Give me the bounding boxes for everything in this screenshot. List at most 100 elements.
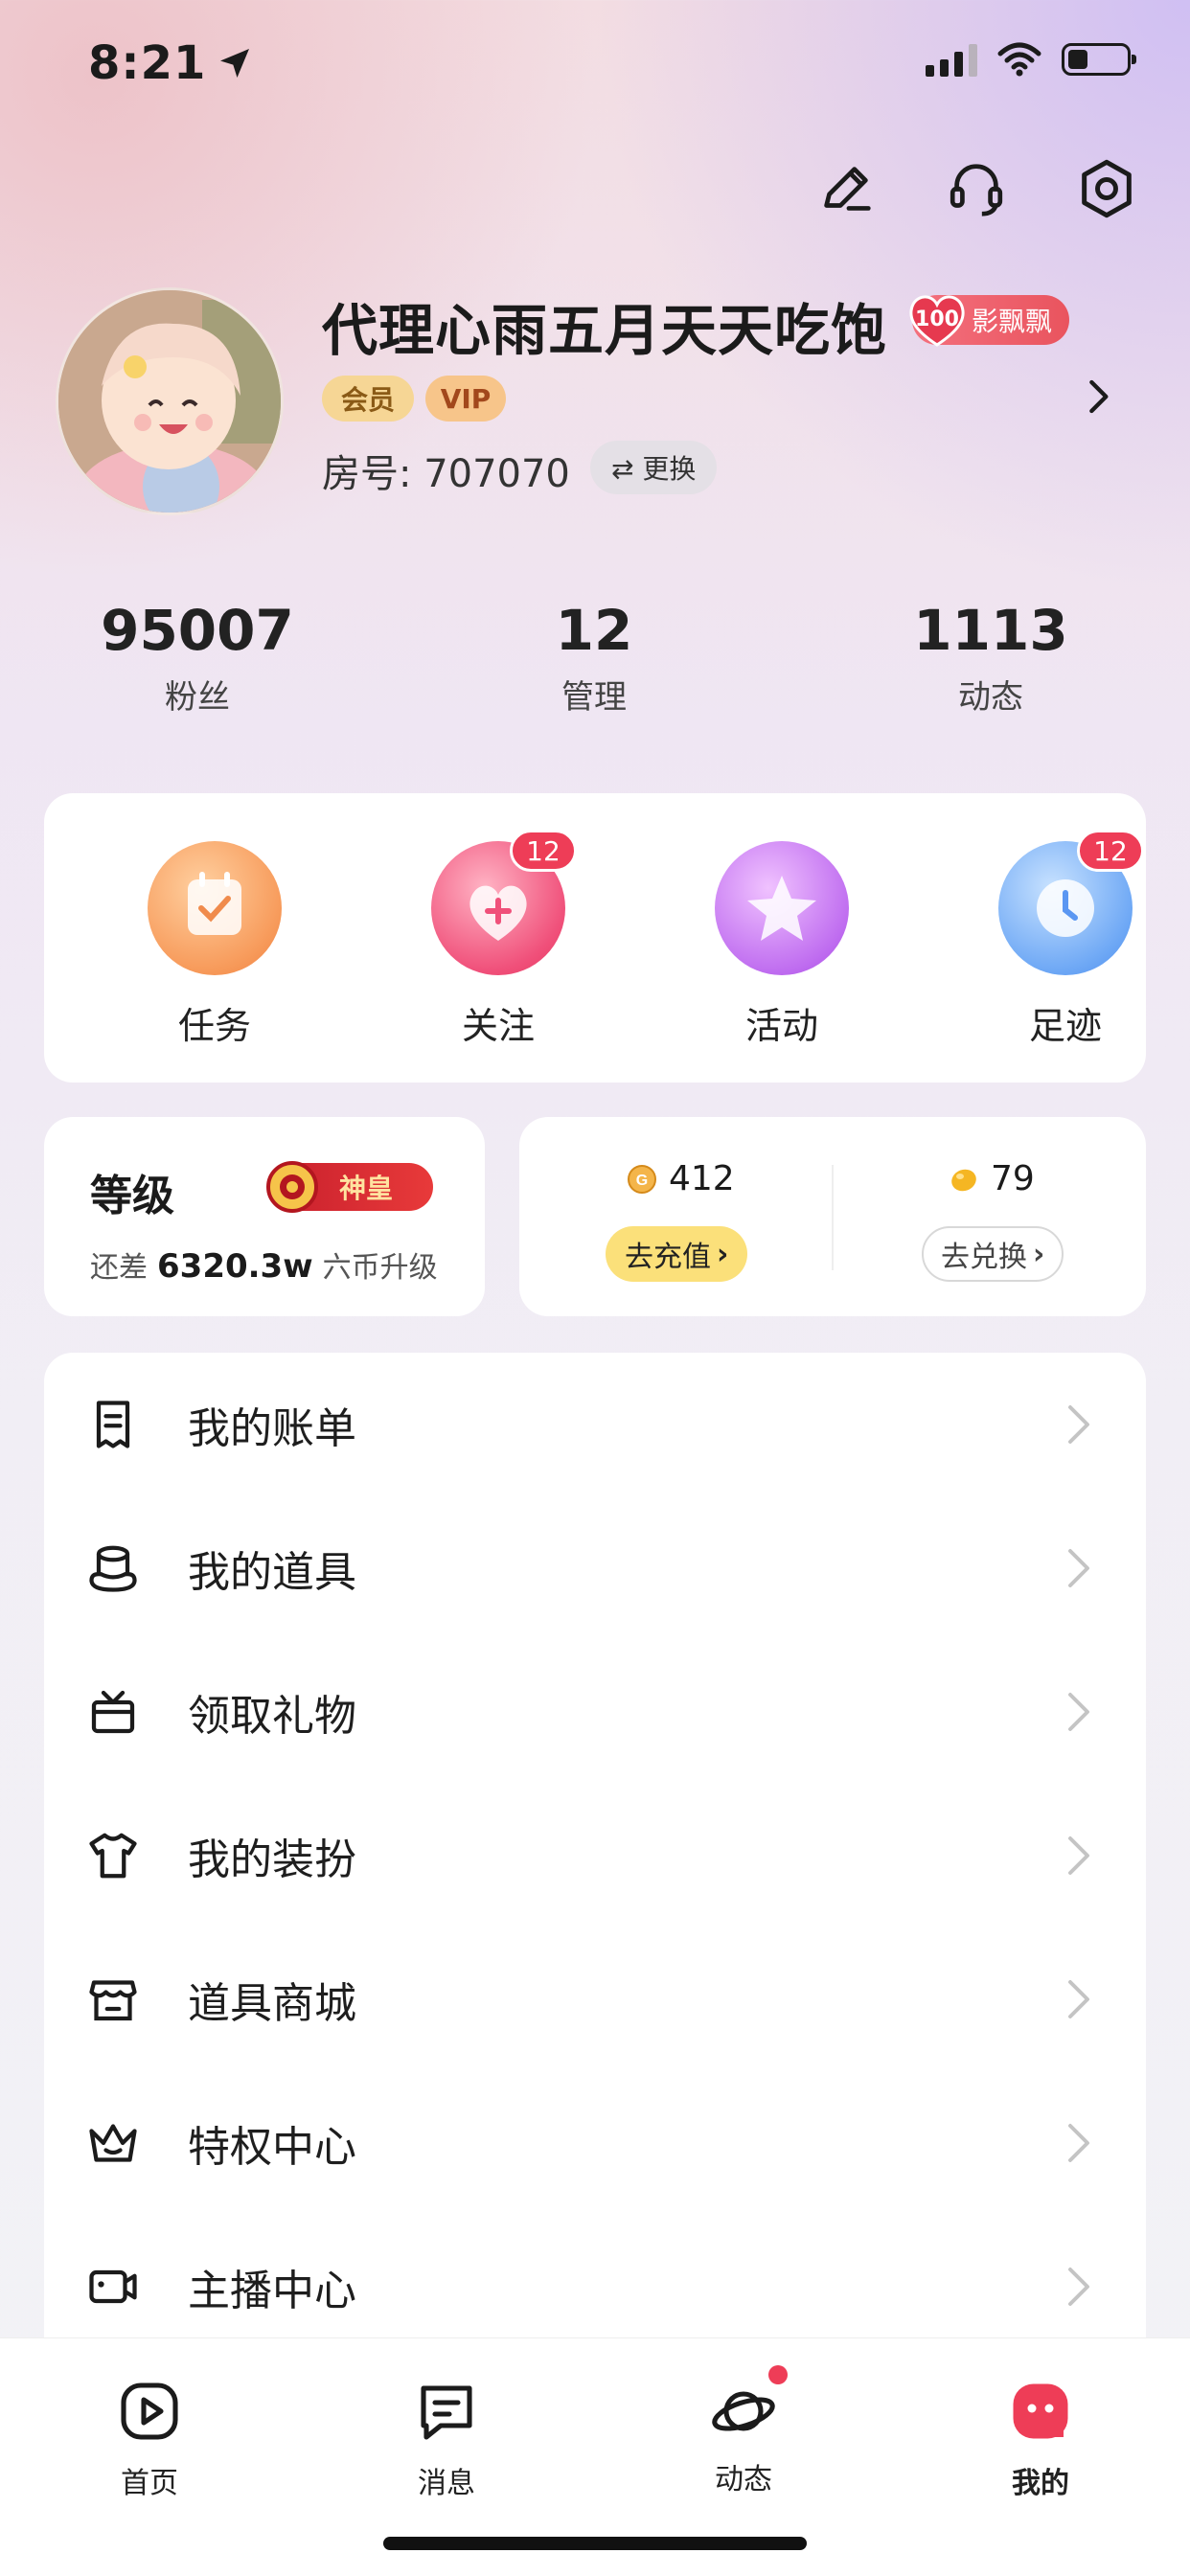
settings-icon[interactable]: [1073, 155, 1140, 222]
chevron-right-icon: [1068, 1549, 1089, 1587]
stat-value: 1113: [913, 598, 1068, 663]
store-icon: [89, 1980, 137, 2021]
level-suffix: 六币升级: [322, 1251, 438, 1285]
rank-emblem-icon: [266, 1161, 318, 1213]
level-amount: 6320.3w: [157, 1247, 313, 1286]
coin-card: G 412 去充值 › 79 去兑换 ›: [519, 1117, 1146, 1316]
profile-face-icon: [1013, 2383, 1068, 2439]
follow-count-badge: 12: [510, 830, 577, 872]
props-icon: [89, 1545, 137, 1592]
planet-icon-wrap: [709, 2365, 788, 2446]
battery-icon: [1062, 43, 1136, 76]
rank-text: 神皇: [338, 1173, 393, 1204]
top-actions: [812, 155, 1140, 222]
menu-label: 我的装扮: [188, 1835, 356, 1884]
level-progress: 还差 6320.3w 六币升级: [90, 1243, 438, 1286]
menu-item-gifts[interactable]: 领取礼物: [44, 1640, 1146, 1784]
quick-item-tasks[interactable]: 任务: [119, 841, 310, 1049]
notification-dot: [768, 2365, 788, 2384]
stat-label: 动态: [958, 678, 1023, 717]
quick-item-footprints[interactable]: 12 足迹: [970, 830, 1161, 1049]
play-icon: [121, 2382, 178, 2440]
tab-messages[interactable]: 消息: [370, 2377, 523, 2501]
gold-coin-balance: G 412: [627, 1159, 735, 1198]
tab-me[interactable]: 我的: [964, 2377, 1117, 2501]
tab-home[interactable]: 首页: [73, 2377, 226, 2501]
chevron-right-icon: [1068, 1980, 1089, 2018]
outfit-icon: [89, 1833, 137, 1879]
gift-icon: [91, 1690, 135, 1734]
rank-badge: 神皇: [266, 1161, 433, 1213]
home-indicator: [383, 2537, 807, 2550]
room-number: 房号: 707070: [322, 452, 570, 496]
chevron-right-icon[interactable]: [1079, 377, 1117, 416]
gold-coin-icon: G: [628, 1164, 656, 1194]
username: 代理心雨五月天天吃饱: [322, 298, 888, 363]
quick-label: 足迹: [1028, 1005, 1102, 1047]
tab-label: 动态: [715, 2463, 772, 2496]
tab-label: 消息: [418, 2467, 475, 2500]
level-badge: 100 影飘飘: [909, 295, 1070, 347]
stat-fans[interactable]: 95007 粉丝: [54, 598, 341, 718]
tab-label: 首页: [121, 2467, 178, 2500]
clock-icon: 12: [998, 830, 1144, 975]
quick-item-follow[interactable]: 12 关注: [402, 830, 594, 1049]
quick-label: 关注: [461, 1005, 535, 1047]
menu-item-outfit[interactable]: 我的装扮: [44, 1784, 1146, 1927]
exchange-button[interactable]: 去兑换 ›: [922, 1226, 1064, 1282]
menu-item-privilege[interactable]: 特权中心: [44, 2071, 1146, 2215]
heart-badge-icon: 100: [906, 289, 968, 351]
star-icon: [715, 841, 849, 975]
level-card[interactable]: 等级 神皇 还差 6320.3w 六币升级: [44, 1117, 485, 1316]
menu-item-store[interactable]: 道具商城: [44, 1927, 1146, 2071]
menu-list: 我的账单 我的道具 领取礼物 我的装扮 道具商城 特权中心 主播中心: [44, 1353, 1146, 2339]
level-prefix: 还差: [90, 1251, 148, 1285]
menu-item-anchor[interactable]: 主播中心: [44, 2215, 1146, 2339]
bean-balance: 79: [949, 1159, 1035, 1198]
status-indicators: [926, 42, 1136, 77]
edit-icon[interactable]: [812, 155, 880, 222]
quick-label: 活动: [744, 1005, 818, 1047]
vip-tag: VIP: [425, 376, 506, 422]
avatar[interactable]: [56, 287, 284, 515]
wifi-icon: [997, 42, 1041, 77]
stat-label: 管理: [561, 678, 627, 717]
menu-label: 主播中心: [188, 2267, 356, 2315]
heart-plus-icon: 12: [431, 830, 577, 975]
menu-item-bills[interactable]: 我的账单: [44, 1353, 1146, 1496]
quick-item-events[interactable]: 活动: [686, 841, 878, 1049]
menu-label: 道具商城: [188, 1979, 356, 2028]
chevron-right-icon: [1068, 1836, 1089, 1875]
chevron-right-icon: [1068, 1405, 1089, 1444]
stat-value: 95007: [101, 598, 294, 663]
level-card-title: 等级: [90, 1172, 174, 1220]
chevron-right-icon: [1068, 2268, 1089, 2306]
tab-feed[interactable]: 动态: [667, 2365, 820, 2497]
cellular-signal-icon: [926, 42, 977, 77]
quick-actions-card: 任务 12 关注 活动 12 足迹: [44, 793, 1146, 1083]
level-title: 影飘飘: [972, 306, 1053, 337]
quick-label: 任务: [177, 1005, 251, 1047]
headset-icon[interactable]: [943, 155, 1010, 222]
footprint-count-badge: 12: [1077, 830, 1144, 872]
stat-posts[interactable]: 1113 动态: [847, 598, 1134, 718]
stat-value: 12: [555, 598, 633, 663]
tab-label: 我的: [1012, 2467, 1069, 2500]
menu-label: 我的道具: [188, 1548, 356, 1597]
menu-label: 我的账单: [188, 1404, 356, 1453]
crown-icon: [89, 2124, 137, 2162]
chevron-right-icon: [1068, 2124, 1089, 2162]
svg-text:G: G: [636, 1173, 648, 1189]
camera-icon: [89, 2269, 137, 2304]
location-arrow-icon: [220, 49, 250, 78]
stat-admin[interactable]: 12 管理: [450, 598, 738, 718]
chevron-right-icon: [1068, 1693, 1089, 1731]
member-tag: 会员: [322, 376, 414, 422]
menu-item-props[interactable]: 我的道具: [44, 1496, 1146, 1640]
menu-label: 特权中心: [188, 2123, 356, 2172]
change-room-button[interactable]: ⇄ 更换: [590, 441, 718, 494]
stat-label: 粉丝: [165, 678, 230, 717]
divider: [832, 1165, 834, 1270]
recharge-button[interactable]: 去充值 ›: [606, 1226, 748, 1282]
menu-label: 领取礼物: [188, 1692, 356, 1741]
